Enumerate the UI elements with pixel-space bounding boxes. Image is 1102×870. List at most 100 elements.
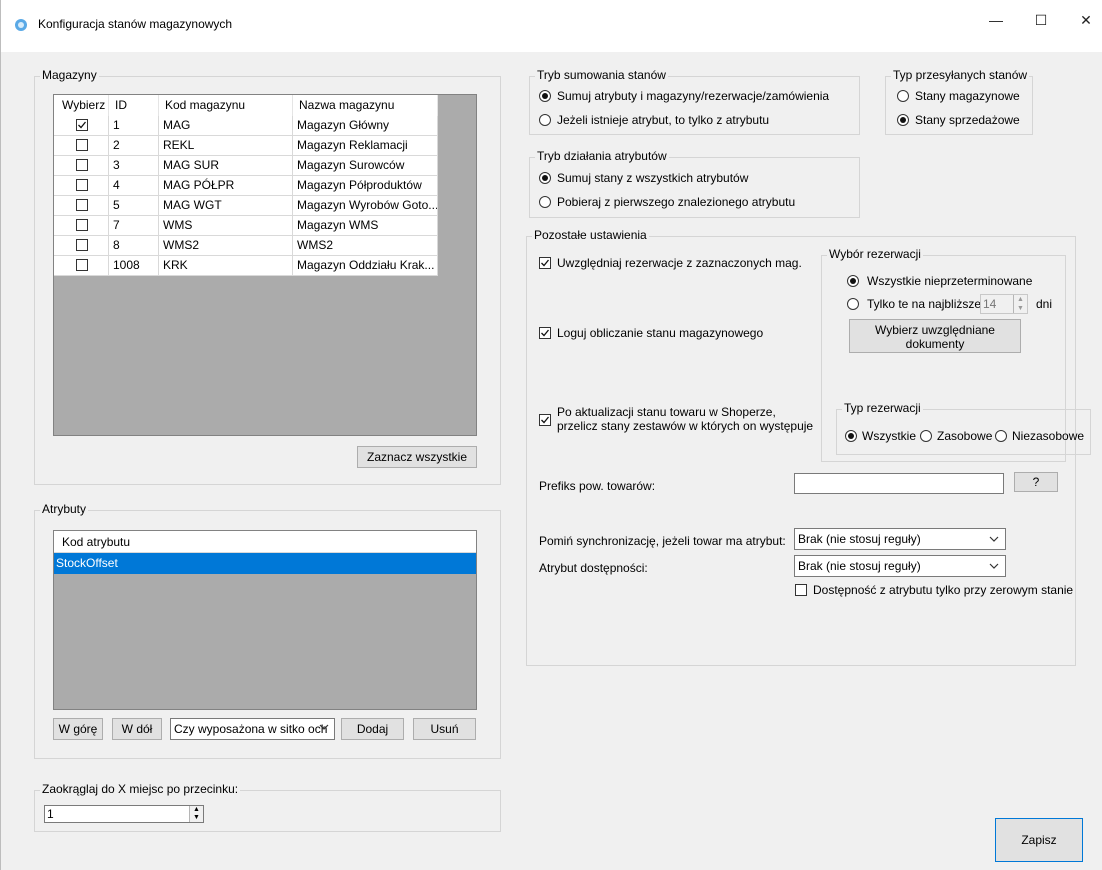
rounding-value: 1	[47, 807, 54, 821]
prefix-help-button[interactable]: ?	[1014, 472, 1058, 492]
sum-mode-radio-0[interactable]	[539, 90, 551, 102]
row-checkbox[interactable]	[76, 239, 88, 251]
chevron-down-icon[interactable]	[988, 533, 1000, 548]
row-checkbox[interactable]	[76, 119, 88, 131]
reservation-type-radio-0[interactable]	[845, 430, 857, 442]
col-wybierz[interactable]: Wybierz	[54, 95, 109, 116]
recalc-sets-label-2: przelicz stany zestawów w których on wys…	[557, 419, 814, 433]
availability-combo[interactable]: Brak (nie stosuj reguły)	[794, 555, 1006, 577]
cell-nazwa: Magazyn Wyrobów Goto...	[293, 196, 438, 216]
table-row[interactable]: 8 WMS2 WMS2	[54, 236, 438, 256]
spin-up-icon[interactable]: ▲	[190, 806, 203, 814]
row-select-cell[interactable]	[54, 116, 109, 136]
sent-type-radio-1[interactable]	[897, 114, 909, 126]
reservations-checkbox[interactable]	[539, 257, 551, 269]
reservation-type-legend: Typ rezerwacji	[842, 401, 923, 415]
attribute-combo-value: Czy wyposażona w sitko och	[174, 722, 328, 736]
attr-mode-label-1: Pobieraj z pierwszego znalezionego atryb…	[557, 195, 796, 209]
rounding-stepper[interactable]: 1 ▲ ▼	[44, 805, 204, 823]
cell-kod: WMS2	[159, 236, 293, 256]
window-border	[0, 0, 1, 870]
row-checkbox[interactable]	[76, 259, 88, 271]
col-kod-atrybutu[interactable]: Kod atrybutu	[62, 535, 130, 549]
log-label: Loguj obliczanie stanu magazynowego	[557, 326, 764, 340]
row-select-cell[interactable]	[54, 176, 109, 196]
table-row[interactable]: 2 REKL Magazyn Reklamacji	[54, 136, 438, 156]
days-spin[interactable]: ▲ ▼	[1013, 295, 1027, 313]
cell-nazwa: Magazyn Główny	[293, 116, 438, 136]
row-checkbox[interactable]	[76, 139, 88, 151]
cell-nazwa: Magazyn Półproduktów	[293, 176, 438, 196]
select-all-button[interactable]: Zaznacz wszystkie	[357, 446, 477, 468]
cell-id: 1008	[109, 256, 159, 276]
spin-down-icon[interactable]: ▼	[190, 814, 203, 822]
table-row[interactable]: 5 MAG WGT Magazyn Wyrobów Goto...	[54, 196, 438, 216]
table-row[interactable]: 7 WMS Magazyn WMS	[54, 216, 438, 236]
remove-attribute-button[interactable]: Usuń	[413, 718, 476, 740]
row-checkbox[interactable]	[76, 199, 88, 211]
select-documents-button[interactable]: Wybierz uwzględniane dokumenty	[849, 319, 1021, 353]
reservation-next-radio[interactable]	[847, 298, 859, 310]
reservation-all-radio[interactable]	[847, 275, 859, 287]
table-row[interactable]: 3 MAG SUR Magazyn Surowców	[54, 156, 438, 176]
attribute-row[interactable]: StockOffset	[54, 553, 476, 574]
reservation-type-label-0: Wszystkie	[862, 429, 916, 443]
chevron-down-icon[interactable]	[988, 560, 1000, 575]
table-row[interactable]: 1 MAG Magazyn Główny	[54, 116, 438, 136]
row-checkbox[interactable]	[76, 159, 88, 171]
reservation-type-radio-2[interactable]	[995, 430, 1007, 442]
cell-id: 2	[109, 136, 159, 156]
sum-mode-radio-1[interactable]	[539, 114, 551, 126]
col-id[interactable]: ID	[109, 95, 159, 116]
reservation-type-radio-1[interactable]	[920, 430, 932, 442]
days-stepper[interactable]: 14 ▲ ▼	[980, 294, 1028, 314]
move-up-button[interactable]: W górę	[53, 718, 103, 740]
reservation-all-label: Wszystkie nieprzeterminowane	[867, 274, 1033, 288]
row-checkbox[interactable]	[76, 219, 88, 231]
recalc-sets-checkbox[interactable]	[539, 414, 551, 426]
cell-nazwa: Magazyn WMS	[293, 216, 438, 236]
chevron-down-icon[interactable]	[318, 721, 330, 736]
col-kod[interactable]: Kod magazynu	[159, 95, 293, 116]
zero-stock-checkbox[interactable]	[795, 584, 807, 596]
sent-type-radio-0[interactable]	[897, 90, 909, 102]
skip-sync-combo[interactable]: Brak (nie stosuj reguły)	[794, 528, 1006, 550]
attribute-list[interactable]: Kod atrybutu StockOffset	[53, 530, 477, 710]
row-select-cell[interactable]	[54, 256, 109, 276]
close-button[interactable]: ✕	[1076, 12, 1096, 32]
attr-mode-radio-0[interactable]	[539, 172, 551, 184]
prefix-input[interactable]	[794, 473, 1004, 494]
cell-nazwa: WMS2	[293, 236, 438, 256]
move-down-button[interactable]: W dół	[112, 718, 162, 740]
row-checkbox[interactable]	[76, 179, 88, 191]
days-label: dni	[1036, 297, 1053, 311]
attribute-combo[interactable]: Czy wyposażona w sitko och	[170, 718, 335, 740]
minimize-button[interactable]: —	[986, 12, 1006, 32]
other-settings-legend: Pozostałe ustawienia	[532, 228, 649, 242]
spin-buttons[interactable]: ▲ ▼	[189, 806, 203, 822]
row-select-cell[interactable]	[54, 136, 109, 156]
window-title: Konfiguracja stanów magazynowych	[38, 17, 233, 31]
col-nazwa[interactable]: Nazwa magazynu	[293, 95, 438, 116]
sent-type-legend: Typ przesyłanych stanów	[891, 68, 1030, 82]
skip-sync-label: Pomiń synchronizację, jeżeli towar ma at…	[539, 534, 786, 548]
warehouse-grid[interactable]: Wybierz ID Kod magazynu Nazwa magazynu 1…	[53, 94, 477, 436]
cell-id: 1	[109, 116, 159, 136]
attr-mode-radio-1[interactable]	[539, 196, 551, 208]
spin-up-icon[interactable]: ▲	[1014, 295, 1027, 304]
row-select-cell[interactable]	[54, 216, 109, 236]
add-attribute-button[interactable]: Dodaj	[341, 718, 404, 740]
save-button[interactable]: Zapisz	[995, 818, 1083, 862]
log-checkbox[interactable]	[539, 327, 551, 339]
sum-mode-label-0: Sumuj atrybuty i magazyny/rezerwacje/zam…	[557, 89, 830, 103]
table-row[interactable]: 1008 KRK Magazyn Oddziału Krak...	[54, 256, 438, 276]
maximize-button[interactable]: ☐	[1031, 12, 1051, 32]
spin-down-icon[interactable]: ▼	[1014, 304, 1027, 313]
row-select-cell[interactable]	[54, 156, 109, 176]
row-select-cell[interactable]	[54, 236, 109, 256]
reservation-choice-legend: Wybór rezerwacji	[827, 247, 923, 261]
table-row[interactable]: 4 MAG PÓŁPR Magazyn Półproduktów	[54, 176, 438, 196]
attr-mode-legend: Tryb działania atrybutów	[535, 149, 669, 163]
cell-nazwa: Magazyn Oddziału Krak...	[293, 256, 438, 276]
row-select-cell[interactable]	[54, 196, 109, 216]
